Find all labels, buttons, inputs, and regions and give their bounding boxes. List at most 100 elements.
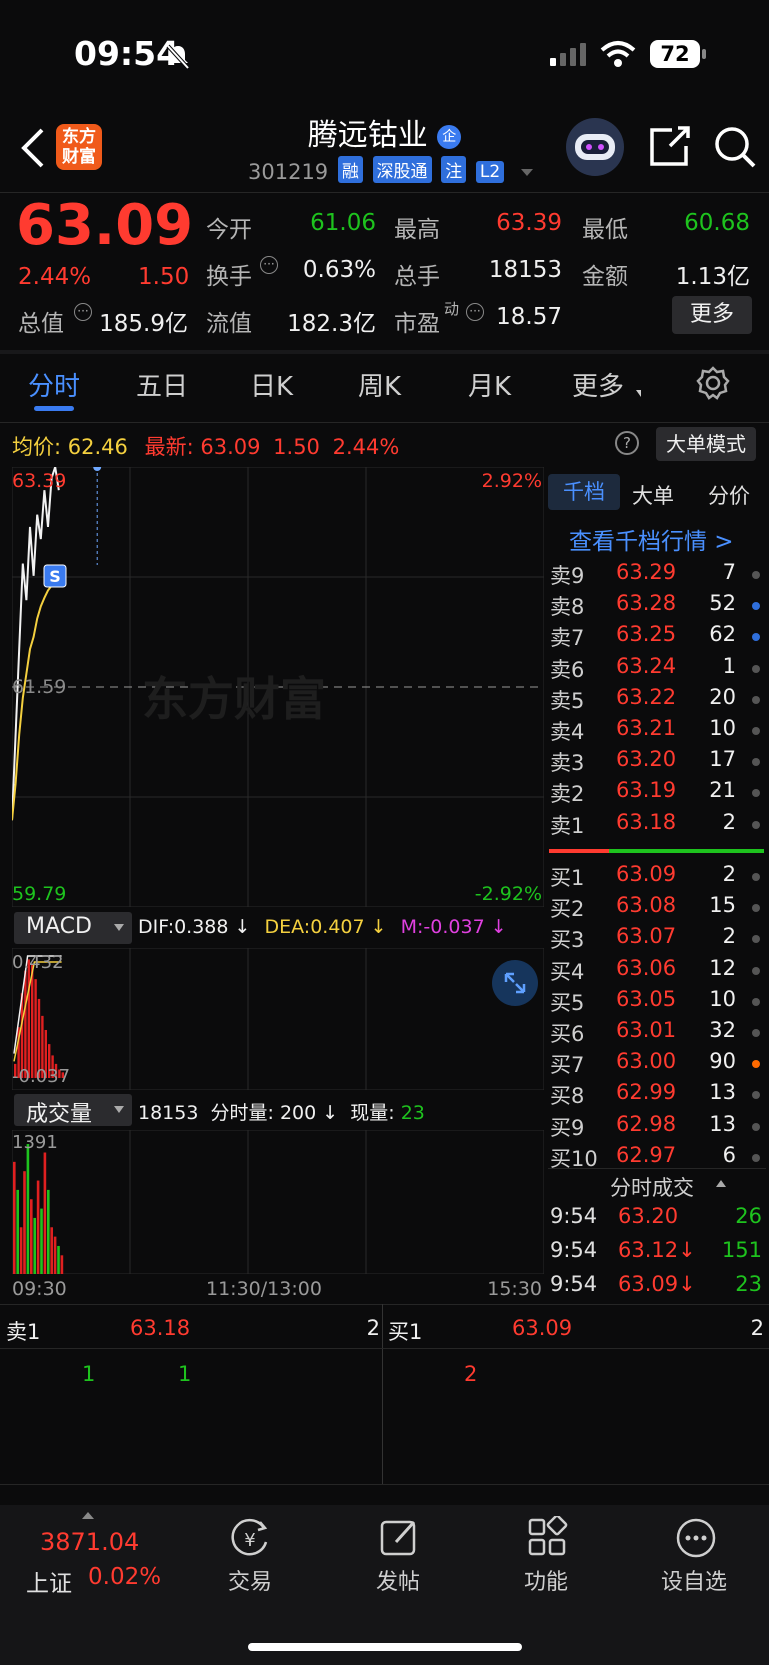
battery-level: 72 (660, 42, 690, 66)
nav-add-watchlist[interactable]: 设自选 (634, 1564, 754, 1596)
more-button[interactable]: 更多 (672, 296, 752, 334)
bid-volume: 32 (709, 1017, 736, 1042)
bid-volume: 2 (722, 924, 736, 949)
x-label-open: 09:30 (12, 1278, 67, 1300)
bid-row[interactable]: 买8 62.99 13 (548, 1080, 766, 1111)
index-name[interactable]: 上证 (26, 1564, 72, 1598)
y-axis-top: 63.39 (12, 470, 67, 492)
nav-trade[interactable]: 交易 (190, 1564, 310, 1596)
trade-price: 63.09↓ (618, 1272, 696, 1296)
divider (0, 1484, 769, 1485)
more-dots-icon[interactable] (674, 1516, 718, 1560)
gear-icon[interactable] (696, 366, 730, 400)
ask-row[interactable]: 卖4 63.21 10 (548, 716, 766, 747)
tab-more[interactable]: 更多 (572, 366, 624, 403)
divider (0, 1348, 769, 1349)
index-pct[interactable]: 0.02% (88, 1564, 161, 1590)
pe-sup: 动 (444, 300, 460, 318)
ask-label: 卖7 (550, 626, 585, 651)
tab-depth-1000[interactable]: 千档 (548, 474, 620, 510)
ask-row[interactable]: 卖3 63.20 17 (548, 747, 766, 778)
volume-values: 18153 分时量: 200 ↓ 现量: 23 (138, 1098, 425, 1125)
bid-row[interactable]: 买3 63.07 2 (548, 924, 766, 955)
volume-chart[interactable] (12, 1130, 544, 1274)
view-depth-link[interactable]: 查看千档行情 > (569, 522, 734, 556)
trade-row: 9:54 63.09↓ 23 (548, 1272, 766, 1306)
total-cap-value: 185.9亿 (99, 311, 188, 337)
bid-marker (752, 935, 760, 944)
ask-label: 卖9 (550, 564, 585, 588)
sell-marker-icon[interactable]: S (43, 564, 67, 588)
info-dots-icon[interactable]: ··· (260, 256, 278, 274)
tab-daily-k[interactable]: 日K (250, 366, 293, 403)
bid-row[interactable]: 买2 63.08 15 (548, 893, 766, 924)
bid-label: 买7 (550, 1053, 585, 1078)
trade-list[interactable]: 9:54 63.20 26 9:54 63.12↓ 151 9:54 63.09↓ 23 (548, 1204, 766, 1306)
home-indicator[interactable] (248, 1643, 522, 1651)
ask-row[interactable]: 卖8 63.28 52 (548, 591, 766, 622)
stock-code-row[interactable]: 301219 融 深股通 注 L2 (248, 156, 533, 184)
bid-row[interactable]: 买5 63.05 10 (548, 987, 766, 1018)
tab-price-dist[interactable]: 分价 (708, 480, 750, 510)
avg-series-line (12, 579, 60, 821)
open-label: 今开 (206, 217, 252, 243)
ask-label: 卖1 (550, 813, 585, 838)
volume-bar (40, 1208, 43, 1274)
macd-selector[interactable]: MACD (14, 912, 132, 944)
volume-bar (26, 1144, 30, 1274)
bid-price: 62.97 (616, 1142, 677, 1167)
tab-big-order[interactable]: 大单 (632, 480, 674, 510)
robot-avatar-icon[interactable] (566, 118, 624, 176)
macd-dif: DIF:0.388 ↓ (138, 916, 251, 938)
tab-intraday[interactable]: 分时 (28, 366, 80, 403)
bid-row[interactable]: 买9 62.98 13 (548, 1112, 766, 1143)
nav-post[interactable]: 发帖 (338, 1564, 458, 1596)
macd-histogram (14, 959, 64, 1078)
ask-row[interactable]: 卖9 63.29 7 (548, 560, 766, 591)
chevron-up-icon[interactable] (82, 1512, 94, 1519)
nav-functions[interactable]: 功能 (486, 1564, 606, 1596)
latest-pct: 2.44% (332, 435, 400, 459)
bid-marker (752, 1091, 760, 1100)
volume-label: 总手 (394, 264, 440, 290)
macd-chart[interactable] (12, 948, 544, 1090)
search-icon[interactable] (712, 124, 758, 170)
ask-row[interactable]: 卖1 63.18 2 (548, 810, 766, 841)
post-icon[interactable] (378, 1516, 422, 1560)
avg-value: 62.46 (67, 435, 128, 459)
total-cap-label: 总值 (18, 311, 64, 337)
bid-row[interactable]: 买10 62.97 6 (548, 1143, 766, 1174)
tab-weekly-k[interactable]: 周K (358, 366, 401, 403)
info-dots-icon[interactable]: ··· (74, 303, 92, 321)
ask-volume: 7 (722, 560, 736, 584)
volume-bar (57, 1245, 60, 1274)
macd-axis-bottom: -0.037 (12, 1066, 71, 1087)
tab-monthly-k[interactable]: 月K (468, 366, 511, 403)
volume-grid (12, 1130, 544, 1274)
bid-row[interactable]: 买7 63.00 90 (548, 1049, 766, 1080)
queue-buy-label: 买1 (388, 1320, 423, 1344)
macd-m: M:-0.037 ↓ (400, 916, 507, 938)
ask-row[interactable]: 卖7 63.25 62 (548, 622, 766, 653)
trade-icon[interactable]: ¥ (228, 1516, 272, 1560)
tab-five-day[interactable]: 五日 (136, 366, 188, 403)
grid-icon[interactable] (526, 1516, 570, 1560)
share-icon[interactable] (648, 124, 692, 168)
volume-selector[interactable]: 成交量 (14, 1094, 132, 1127)
intraday-price-chart[interactable]: 东方财富 S (12, 467, 544, 907)
bid-row[interactable]: 买4 63.06 12 (548, 956, 766, 987)
bid-row[interactable]: 买6 63.01 32 (548, 1018, 766, 1049)
index-value[interactable]: 3871.04 (40, 1528, 139, 1556)
ask-row[interactable]: 卖2 63.19 21 (548, 778, 766, 809)
big-order-mode-button[interactable]: 大单模式 (656, 427, 756, 461)
trades-title[interactable]: 分时成交 (610, 1172, 694, 1202)
bid-volume: 15 (709, 893, 736, 918)
bid-price: 63.05 (616, 986, 677, 1011)
ask-label: 卖8 (550, 595, 585, 620)
ask-row[interactable]: 卖5 63.22 20 (548, 685, 766, 716)
ask-row[interactable]: 卖6 63.24 1 (548, 654, 766, 685)
help-icon[interactable]: ? (615, 431, 639, 455)
expand-icon[interactable] (492, 960, 538, 1006)
trade-time: 9:54 (550, 1204, 598, 1228)
bid-row[interactable]: 买1 63.09 2 (548, 862, 766, 893)
